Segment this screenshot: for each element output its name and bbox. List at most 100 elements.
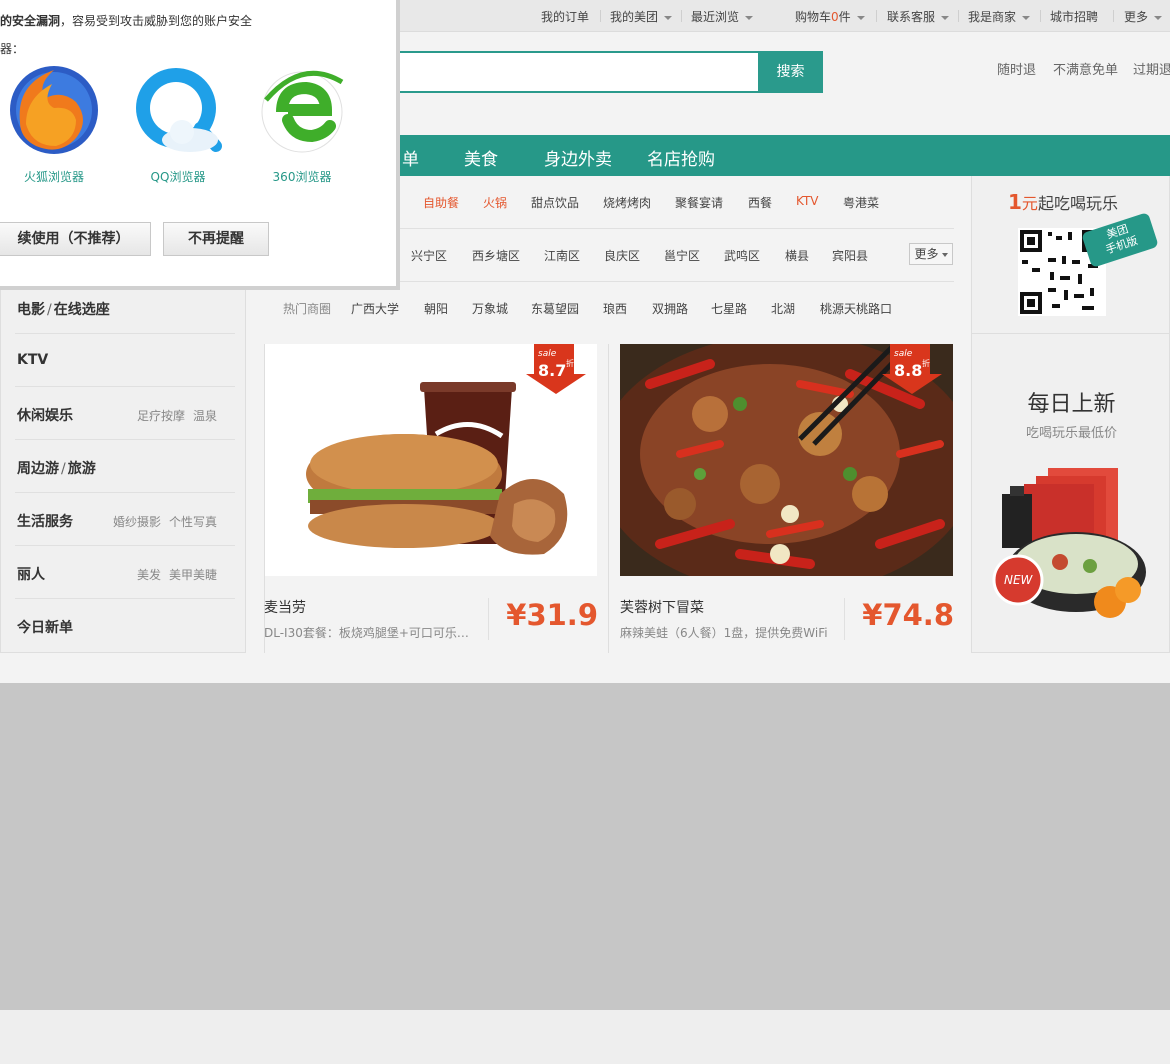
cart-menu[interactable]: 购物车0件	[795, 8, 865, 25]
district-more-button[interactable]: 更多	[909, 243, 953, 265]
qq-browser-icon	[136, 68, 222, 152]
nav-item-deals[interactable]: 单	[402, 145, 419, 170]
sidebar-item-label: 今日新单	[17, 620, 73, 636]
price-divider	[488, 598, 489, 640]
filter-area[interactable]: 东葛望园	[531, 300, 579, 317]
badge-zhe-text: 折	[566, 358, 574, 368]
warning-message: 的安全漏洞，容易受到攻击威胁到您的账户安全	[0, 12, 252, 29]
deal-name[interactable]: 麦当劳	[264, 597, 306, 617]
recent-label: 最近浏览	[691, 10, 740, 24]
jobs-link[interactable]: 城市招聘	[1050, 8, 1098, 25]
filter-district[interactable]: 邕宁区	[664, 247, 700, 264]
search-button[interactable]: 搜索	[758, 51, 823, 93]
my-orders-link[interactable]: 我的订单	[541, 8, 589, 25]
app-version-tag[interactable]: 美团 手机版	[1081, 212, 1159, 268]
sidebar-subitem[interactable]: 足疗按摩	[137, 409, 185, 423]
filter-area[interactable]: 广西大学	[351, 300, 399, 317]
sidebar-item-label: 电影 / 在线选座	[17, 299, 110, 319]
sidebar-subitem[interactable]: 温泉	[193, 409, 217, 423]
continue-anyway-button[interactable]: 续使用（不推荐）	[0, 222, 151, 256]
chevron-down-icon	[856, 15, 865, 20]
filter-district[interactable]: 横县	[785, 247, 809, 264]
deal-card-furong[interactable]: sale 8.8 折 芙蓉树下冒菜 麻辣美蛙（6人餐）1盘，提供免费WiFi ¥…	[620, 344, 964, 653]
merchant-menu[interactable]: 我是商家	[968, 8, 1031, 25]
promise-free-if-unhappy[interactable]: 不满意免单	[1053, 59, 1118, 78]
my-meituan-menu[interactable]: 我的美团	[610, 8, 673, 25]
promise-expired-refund[interactable]: 过期退	[1133, 59, 1170, 78]
sidebar-item-travel[interactable]: 周边游 / 旅游	[15, 440, 235, 493]
filter-area[interactable]: 朝阳	[424, 300, 448, 317]
discount-badge: sale 8.8 折	[882, 344, 942, 394]
filter-district[interactable]: 宾阳县	[832, 247, 868, 264]
filter-district[interactable]: 良庆区	[604, 247, 640, 264]
warning-message-2: 器：	[0, 42, 25, 56]
chevron-down-icon	[1022, 15, 1031, 20]
deal-description[interactable]: 麻辣美蛙（6人餐）1盘，提供免费WiFi	[620, 624, 835, 641]
firefox-label: 火狐浏览器	[23, 170, 84, 184]
nav-item-famous-stores[interactable]: 名店抢购	[647, 145, 715, 170]
filter-area[interactable]: 双拥路	[652, 300, 688, 317]
filter-bbq[interactable]: 烧烤烤肉	[603, 194, 651, 211]
filter-area[interactable]: 万象城	[472, 300, 508, 317]
deal-description[interactable]: DL-I30套餐：板烧鸡腿堡+可口可乐（…	[264, 624, 479, 641]
filter-dessert[interactable]: 甜点饮品	[531, 194, 579, 211]
filter-district[interactable]: 江南区	[544, 247, 580, 264]
badge-discount-value: 8.7	[538, 361, 566, 380]
my-meituan-label: 我的美团	[610, 10, 659, 24]
deal-card-mcdonalds[interactable]: sale 8.7 折 麦当劳 DL-I30套餐：板烧鸡腿堡+可口可乐（… ¥31…	[264, 344, 609, 653]
right-promo-panel: 1元起吃喝玩乐 美团 手机版 每日上新 吃喝玩乐最低价 NEW	[971, 176, 1170, 653]
price-divider	[844, 598, 845, 640]
filter-district[interactable]: 武鸣区	[724, 247, 760, 264]
promise-refund-anytime[interactable]: 随时退	[997, 59, 1036, 78]
page-backdrop: 我的订单 我的美团 最近浏览 购物车0件 联系客服 我是商家 城市招聘 更多 搜…	[0, 0, 1170, 1010]
sidebar-main-text: 电影	[17, 302, 45, 318]
filter-district[interactable]: 兴宁区	[411, 247, 447, 264]
firefox-download-link[interactable]: 火狐浏览器	[4, 62, 104, 185]
filter-hotpot[interactable]: 火锅	[483, 194, 507, 211]
service-label: 联系客服	[887, 10, 936, 24]
sidebar-item-new-today[interactable]: 今日新单	[15, 599, 235, 652]
warning-bold: 的安全漏洞	[0, 14, 61, 28]
sidebar-subitems: 足疗按摩 温泉	[129, 407, 217, 424]
sidebar-main-text-2: 在线选座	[53, 302, 110, 318]
360-browser-download-link[interactable]: 360浏览器	[252, 62, 352, 185]
chevron-down-icon	[941, 15, 950, 20]
sidebar-item-ktv[interactable]: KTV	[15, 334, 235, 387]
filter-western[interactable]: 西餐	[748, 194, 772, 211]
filter-area[interactable]: 桃源天桃路口	[820, 300, 892, 317]
more-menu[interactable]: 更多	[1124, 8, 1163, 25]
filter-area[interactable]: 七星路	[711, 300, 747, 317]
sidebar-subitem[interactable]: 美甲美睫	[169, 568, 217, 582]
sidebar-item-leisure[interactable]: 休闲娱乐 足疗按摩 温泉	[15, 387, 235, 440]
sidebar-item-life-service[interactable]: 生活服务 婚纱摄影 个性写真	[15, 493, 235, 546]
sidebar-subitem[interactable]: 婚纱摄影	[113, 515, 161, 529]
filter-ktv[interactable]: KTV	[796, 194, 818, 208]
sidebar-main-text-2: 旅游	[67, 461, 96, 477]
filter-cantonese[interactable]: 粤港菜	[843, 194, 879, 211]
daily-new-promo-image[interactable]: NEW	[990, 466, 1156, 624]
nav-item-food[interactable]: 美食	[464, 145, 498, 170]
deal-name[interactable]: 芙蓉树下冒菜	[620, 597, 704, 617]
sidebar-subitem[interactable]: 美发	[137, 568, 161, 582]
topbar-separator	[958, 10, 959, 22]
qq-browser-download-link[interactable]: QQ浏览器	[128, 62, 228, 185]
filter-district[interactable]: 西乡塘区	[472, 247, 520, 264]
sidebar-subitem[interactable]: 个性写真	[169, 515, 217, 529]
daily-new-title[interactable]: 每日上新	[972, 386, 1170, 418]
filter-area[interactable]: 琅西	[603, 300, 627, 317]
badge-discount-value: 8.8	[894, 361, 922, 380]
filter-buffet[interactable]: 自助餐	[423, 194, 459, 211]
cart-count: 0	[831, 10, 839, 24]
filter-area[interactable]: 北湖	[771, 300, 795, 317]
nav-item-delivery[interactable]: 身边外卖	[544, 145, 612, 170]
sidebar-subitems: 美发 美甲美睫	[129, 566, 217, 583]
discount-badge: sale 8.7 折	[526, 344, 586, 394]
hot-area-label: 热门商圈	[283, 302, 332, 316]
slash-separator: /	[61, 461, 66, 477]
sidebar-item-beauty[interactable]: 丽人 美发 美甲美睫	[15, 546, 235, 599]
recent-menu[interactable]: 最近浏览	[691, 8, 754, 25]
dont-remind-button[interactable]: 不再提醒	[163, 222, 269, 256]
service-menu[interactable]: 联系客服	[887, 8, 950, 25]
filter-banquet[interactable]: 聚餐宴请	[675, 194, 723, 211]
promo-text: 起吃喝玩乐	[1037, 194, 1118, 213]
